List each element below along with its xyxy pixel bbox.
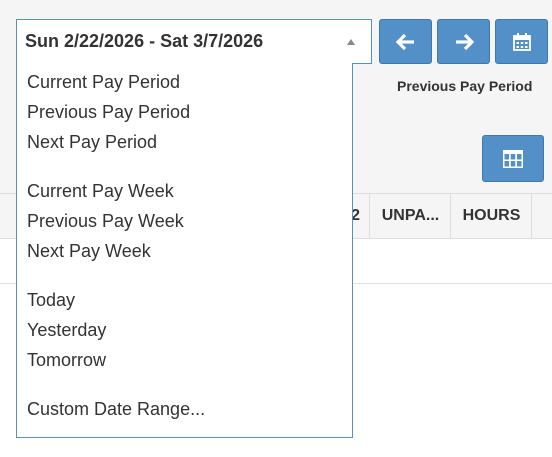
option-tomorrow[interactable]: Tomorrow xyxy=(27,348,106,372)
calendar-icon xyxy=(512,32,531,51)
option-today[interactable]: Today xyxy=(27,288,75,312)
column-header-hours[interactable]: HOURS xyxy=(450,194,532,238)
column-header-unpaid[interactable]: UNPA... xyxy=(369,194,451,238)
option-previous-pay-period[interactable]: Previous Pay Period xyxy=(27,100,190,124)
date-range-select[interactable]: Sun 2/22/2026 - Sat 3/7/2026 xyxy=(16,19,372,64)
column-header-divider xyxy=(531,194,552,238)
next-period-button[interactable] xyxy=(437,19,490,64)
grid-columns-icon xyxy=(503,149,523,168)
option-previous-pay-week[interactable]: Previous Pay Week xyxy=(27,209,184,233)
arrow-left-icon xyxy=(395,33,414,50)
caret-up-icon xyxy=(347,39,355,45)
date-range-dropdown: Current Pay Period Previous Pay Period N… xyxy=(16,63,353,438)
option-yesterday[interactable]: Yesterday xyxy=(27,318,106,342)
option-current-pay-period[interactable]: Current Pay Period xyxy=(27,70,180,94)
option-custom-date-range[interactable]: Custom Date Range... xyxy=(27,397,205,421)
period-label: Previous Pay Period xyxy=(397,78,533,94)
calendar-button[interactable] xyxy=(495,19,548,64)
option-next-pay-week[interactable]: Next Pay Week xyxy=(27,239,151,263)
columns-button[interactable] xyxy=(482,135,544,182)
option-current-pay-week[interactable]: Current Pay Week xyxy=(27,179,174,203)
date-range-value: Sun 2/22/2026 - Sat 3/7/2026 xyxy=(25,31,264,51)
previous-period-button[interactable] xyxy=(379,19,432,64)
arrow-right-icon xyxy=(455,33,474,50)
option-next-pay-period[interactable]: Next Pay Period xyxy=(27,130,157,154)
